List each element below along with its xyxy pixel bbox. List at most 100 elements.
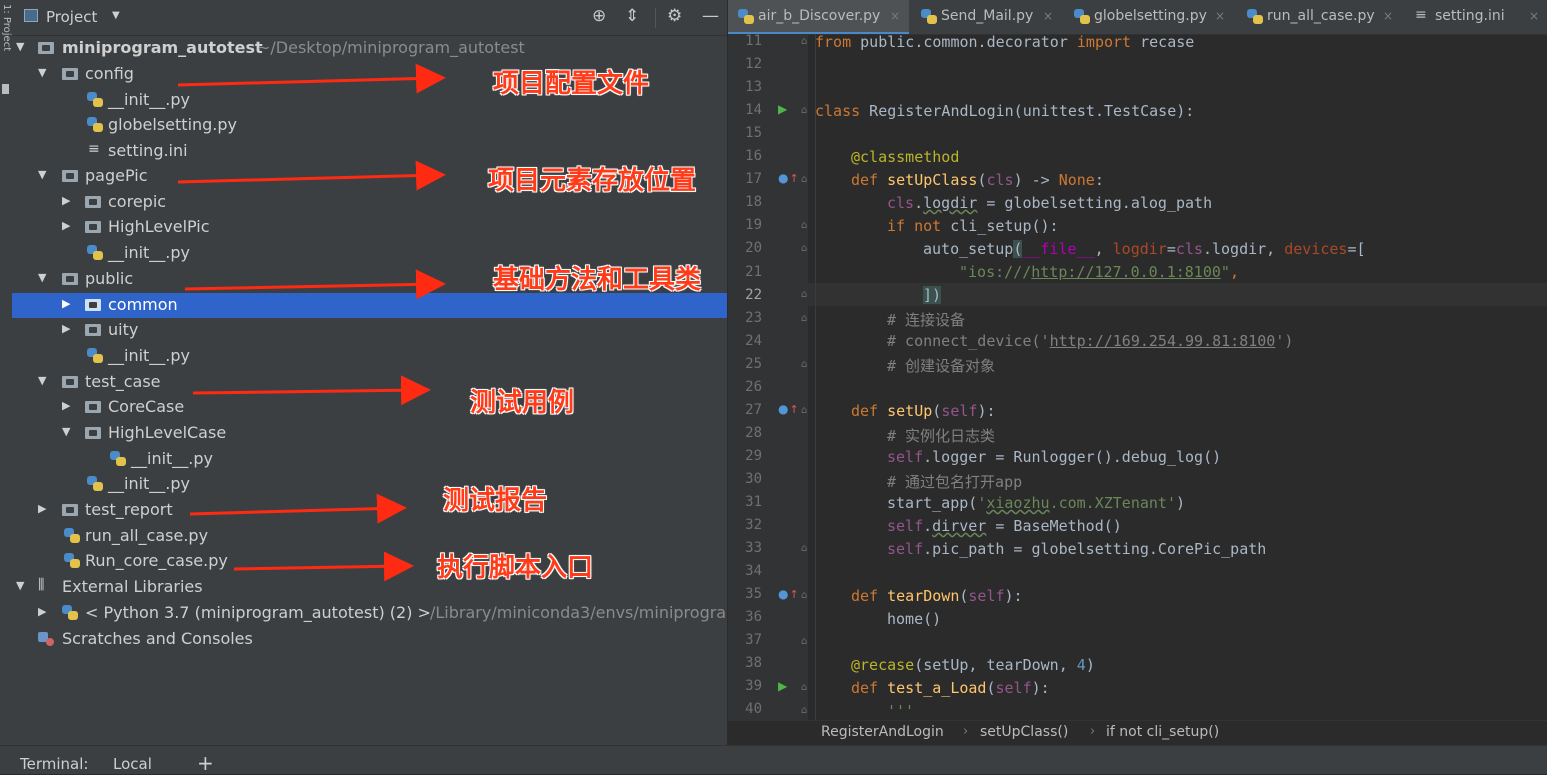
- tree-item-highlevelpic[interactable]: ▶ HighLevelPic: [12, 215, 727, 240]
- fold-marker[interactable]: ⌂: [801, 543, 807, 554]
- line-number: 20: [745, 240, 762, 257]
- code-line-25: # 创建设备对象: [887, 357, 996, 375]
- fold-marker[interactable]: ⌂: [801, 174, 807, 185]
- tree-item-label: pagePic: [85, 166, 148, 185]
- close-icon[interactable]: ×: [1043, 9, 1053, 23]
- tree-item-label: run_all_case.py: [85, 526, 209, 545]
- project-panel-title[interactable]: Project: [46, 8, 97, 26]
- strip-label[interactable]: 1: Project: [1, 4, 12, 51]
- chevron-down-icon[interactable]: ▼: [16, 579, 24, 592]
- fold-marker[interactable]: ⌂: [801, 289, 807, 300]
- code-line-29: self.logger = Runlogger().debug_log(): [887, 448, 1222, 466]
- fold-marker[interactable]: ⌂: [801, 405, 807, 416]
- chevron-right-icon[interactable]: ▶: [62, 297, 70, 310]
- line-number: 25: [745, 355, 762, 372]
- chevron-right-icon[interactable]: ▶: [62, 194, 70, 207]
- override-icon[interactable]: ●: [778, 587, 799, 601]
- chevron-right-icon[interactable]: ▶: [62, 399, 70, 412]
- line-number: 13: [745, 79, 762, 96]
- tree-item-file[interactable]: Run_core_case.py: [12, 549, 727, 574]
- close-icon[interactable]: ×: [890, 9, 900, 23]
- chevron-down-icon[interactable]: ▼: [38, 374, 46, 387]
- tree-item-python-sdk[interactable]: ▶ < Python 3.7 (miniprogram_autotest) (2…: [12, 601, 727, 626]
- tree-item-test-report[interactable]: ▶ test_report: [12, 498, 727, 523]
- tree-item-path: ~/Desktop/miniprogram_autotest: [257, 38, 525, 57]
- tab-label: setting.ini: [1435, 8, 1505, 24]
- code-line-14: class RegisterAndLogin(unittest.TestCase…: [815, 102, 1195, 120]
- tree-item-file[interactable]: __init__.py: [12, 447, 727, 472]
- tab-local-terminal[interactable]: Local: [113, 755, 152, 773]
- close-icon[interactable]: ×: [1529, 9, 1539, 23]
- tab-run-all-case[interactable]: run_all_case.py ×: [1237, 0, 1402, 34]
- line-number: 24: [745, 332, 762, 349]
- breadcrumb-item[interactable]: if not cli_setup(): [1106, 724, 1219, 740]
- fold-marker[interactable]: ⌂: [801, 590, 807, 601]
- tree-item-file[interactable]: __init__.py: [12, 472, 727, 497]
- tree-item-file[interactable]: __init__.py: [12, 344, 727, 369]
- fold-marker[interactable]: ⌂: [801, 36, 807, 47]
- line-number: 39: [745, 678, 762, 695]
- tree-item-scratches[interactable]: Scratches and Consoles: [12, 627, 727, 652]
- chevron-down-icon[interactable]: ▼: [16, 40, 24, 53]
- run-icon[interactable]: ▶: [778, 679, 787, 693]
- tree-item-uity[interactable]: ▶ uity: [12, 318, 727, 343]
- chevron-right-icon[interactable]: ▶: [38, 605, 46, 618]
- fold-marker[interactable]: ⌂: [801, 682, 807, 693]
- tree-item-common[interactable]: ▶ common: [12, 293, 727, 318]
- chevron-right-icon[interactable]: ▶: [38, 502, 46, 515]
- override-icon[interactable]: ●: [778, 402, 799, 416]
- add-terminal-button[interactable]: +: [197, 751, 214, 775]
- chevron-down-icon[interactable]: ▼: [112, 10, 120, 21]
- target-icon[interactable]: ⊕: [592, 6, 606, 26]
- fold-marker[interactable]: ⌂: [801, 636, 807, 647]
- chevron-right-icon[interactable]: ▶: [62, 322, 70, 335]
- chevron-down-icon[interactable]: ▼: [62, 425, 70, 438]
- close-icon[interactable]: ×: [1383, 9, 1393, 23]
- fold-marker[interactable]: ⌂: [801, 313, 807, 324]
- line-number: 33: [745, 540, 762, 557]
- fold-marker[interactable]: ⌂: [801, 705, 807, 716]
- line-number: 36: [745, 609, 762, 626]
- override-icon[interactable]: ●: [778, 171, 799, 185]
- folder-icon: [62, 273, 78, 285]
- fold-marker[interactable]: ⌂: [801, 243, 807, 254]
- terminal-label[interactable]: Terminal:: [20, 755, 88, 773]
- tab-send-mail[interactable]: Send_Mail.py ×: [911, 0, 1061, 34]
- breadcrumb-item[interactable]: RegisterAndLogin: [821, 724, 944, 740]
- tree-item-test-case[interactable]: ▼ test_case: [12, 370, 727, 395]
- tree-item-label: __init__.py: [108, 474, 191, 493]
- folder-icon: [85, 427, 101, 439]
- code-line-19: if not cli_setup():: [887, 217, 1059, 235]
- tab-setting-ini[interactable]: ≡ setting.ini ×: [1405, 0, 1547, 34]
- code-line-24: # connect_device('http://169.254.99.81:8…: [887, 332, 1294, 350]
- tree-item-file[interactable]: globelsetting.py: [12, 113, 727, 138]
- minimize-icon[interactable]: —: [702, 6, 719, 26]
- fold-marker[interactable]: ⌂: [801, 220, 807, 231]
- close-icon[interactable]: ×: [1215, 9, 1225, 23]
- line-number: 21: [745, 263, 762, 280]
- breadcrumb-item[interactable]: setUpClass(): [980, 724, 1068, 740]
- tree-item-file[interactable]: run_all_case.py: [12, 524, 727, 549]
- code-line-20: auto_setup(__file__, logdir=cls.logdir, …: [923, 240, 1366, 258]
- chevron-down-icon[interactable]: ▼: [38, 66, 46, 79]
- tab-globelsetting[interactable]: globelsetting.py ×: [1064, 0, 1234, 34]
- fold-marker[interactable]: ⌂: [801, 359, 807, 370]
- python-file-icon: [87, 117, 103, 132]
- line-number: 12: [745, 56, 762, 73]
- code-line-35: def tearDown(self):: [851, 587, 1023, 605]
- tree-item-root[interactable]: ▼ miniprogram_autotest ~/Desktop/minipro…: [12, 36, 727, 61]
- tree-item-label: common: [108, 295, 178, 314]
- folder-icon: [85, 196, 101, 208]
- tree-item-external-libraries[interactable]: ▼ ⫼ External Libraries: [12, 575, 727, 600]
- code-area[interactable]: from public.common.decorator import reca…: [808, 34, 1547, 720]
- tab-air-b-discover[interactable]: air_b_Discover.py ×: [728, 0, 909, 34]
- fold-marker[interactable]: ⌂: [801, 105, 807, 116]
- run-icon[interactable]: ▶: [778, 102, 787, 116]
- tree-item-corecase[interactable]: ▶ CoreCase: [12, 395, 727, 420]
- chevron-right-icon[interactable]: ▶: [62, 219, 70, 232]
- tree-item-highlevelcase[interactable]: ▼ HighLevelCase: [12, 421, 727, 446]
- chevron-down-icon[interactable]: ▼: [38, 271, 46, 284]
- chevron-down-icon[interactable]: ▼: [38, 168, 46, 181]
- gear-icon[interactable]: ⚙: [667, 6, 682, 26]
- collapse-icon[interactable]: ⇕: [625, 6, 639, 26]
